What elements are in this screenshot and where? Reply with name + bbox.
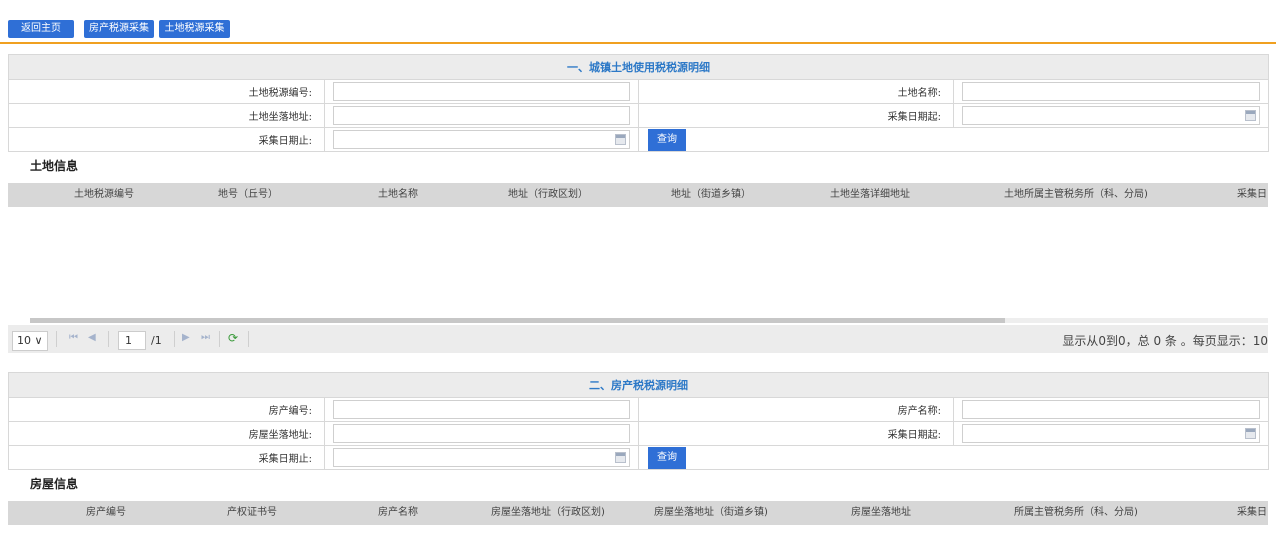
land-query-button[interactable]: 查询 (648, 128, 686, 151)
land-grid-pager: 10 ∨ ⏮ ◀ 1 /1 ▶ ⏭ ⟳ 显示从0到0，总 0 条 。每页显示：1… (8, 325, 1268, 353)
land-source-no-label: 土地税源编号: (8, 79, 325, 104)
calendar-icon[interactable] (1245, 110, 1256, 121)
house-date-to-label: 采集日期止: (8, 445, 325, 470)
house-column-header[interactable]: 产权证书号 (227, 501, 277, 525)
house-section-header: 二、房产税税源明细 (8, 372, 1269, 398)
house-column-header[interactable]: 所属主管税务所（科、分局) (1014, 501, 1138, 525)
calendar-icon[interactable] (615, 134, 626, 145)
land-column-header[interactable]: 采集日 (1237, 183, 1267, 207)
house-no-label: 房产编号: (8, 397, 325, 422)
house-date-from-input[interactable] (962, 424, 1260, 443)
total-pages: /1 (151, 334, 162, 347)
house-column-header[interactable]: 房屋坐落地址（行政区划) (491, 501, 605, 525)
refresh-icon[interactable]: ⟳ (228, 331, 238, 345)
house-column-header[interactable]: 房产名称 (378, 501, 418, 525)
land-column-header[interactable]: 地址（街道乡镇） (671, 183, 751, 207)
house-query-button[interactable]: 查询 (648, 446, 686, 469)
house-address-input[interactable] (333, 424, 630, 443)
pager-divider (108, 331, 109, 347)
house-column-header[interactable]: 房屋坐落地址（街道乡镇) (654, 501, 768, 525)
land-source-no-input[interactable] (333, 82, 630, 101)
land-grid-horizontal-scrollbar[interactable] (30, 318, 1268, 323)
calendar-icon[interactable] (1245, 428, 1256, 439)
calendar-icon[interactable] (615, 452, 626, 463)
house-column-header[interactable]: 房产编号 (86, 501, 126, 525)
next-page-icon[interactable]: ▶ (182, 332, 190, 343)
pager-divider (248, 331, 249, 347)
pager-divider (56, 331, 57, 347)
land-section-header: 一、城镇土地使用税税源明细 (8, 54, 1269, 80)
last-page-icon[interactable]: ⏭ (201, 332, 210, 343)
land-column-header[interactable]: 地址（行政区划） (508, 183, 588, 207)
land-date-to-input[interactable] (333, 130, 630, 149)
house-no-input[interactable] (333, 400, 630, 419)
land-grid-header: 土地税源编号 地号（丘号） 土地名称 地址（行政区划） 地址（街道乡镇） 土地坐… (8, 183, 1268, 207)
house-source-collect-button[interactable]: 房产税源采集 (84, 20, 154, 38)
land-column-header[interactable]: 土地名称 (378, 183, 418, 207)
home-button[interactable]: 返回主页 (8, 20, 74, 38)
first-page-icon[interactable]: ⏮ (69, 332, 78, 343)
land-info-title: 土地信息 (30, 159, 79, 173)
land-date-to-label: 采集日期止: (8, 127, 325, 152)
land-name-input[interactable] (962, 82, 1260, 101)
house-column-header[interactable]: 采集日 (1237, 501, 1267, 525)
house-column-header[interactable]: 房屋坐落地址 (851, 501, 911, 525)
house-name-label: 房产名称: (638, 397, 954, 422)
current-page-input[interactable]: 1 (118, 331, 146, 350)
land-date-from-label: 采集日期起: (638, 103, 954, 128)
house-name-input[interactable] (962, 400, 1260, 419)
page-size-select[interactable]: 10 ∨ (12, 331, 48, 351)
land-column-header[interactable]: 土地坐落详细地址 (830, 183, 910, 207)
land-search-form: 一、城镇土地使用税税源明细 土地税源编号: 土地名称: 土地坐落地址: 采集日期… (8, 54, 1269, 152)
land-column-header[interactable]: 土地税源编号 (74, 183, 134, 207)
land-column-header[interactable]: 地号（丘号） (218, 183, 278, 207)
top-toolbar: 返回主页 房产税源采集 土地税源采集 (0, 0, 1276, 44)
land-address-input[interactable] (333, 106, 630, 125)
house-address-label: 房屋坐落地址: (8, 421, 325, 446)
land-column-header[interactable]: 土地所属主管税务所（科、分局) (1004, 183, 1148, 207)
land-address-label: 土地坐落地址: (8, 103, 325, 128)
pager-divider (219, 331, 220, 347)
scrollbar-thumb[interactable] (30, 318, 1005, 323)
prev-page-icon[interactable]: ◀ (88, 332, 96, 343)
page-size-value: 10 (17, 334, 31, 347)
pager-info: 显示从0到0，总 0 条 。每页显示：10 (1062, 334, 1268, 348)
house-search-form: 二、房产税税源明细 房产编号: 房产名称: 房屋坐落地址: 采集日期起: 采集日… (8, 372, 1269, 470)
land-name-label: 土地名称: (638, 79, 954, 104)
house-date-from-label: 采集日期起: (638, 421, 954, 446)
land-source-collect-button[interactable]: 土地税源采集 (159, 20, 230, 38)
house-date-to-input[interactable] (333, 448, 630, 467)
pager-divider (174, 331, 175, 347)
land-date-from-input[interactable] (962, 106, 1260, 125)
house-grid-header: 房产编号 产权证书号 房产名称 房屋坐落地址（行政区划) 房屋坐落地址（街道乡镇… (8, 501, 1268, 525)
house-info-title: 房屋信息 (30, 477, 79, 491)
